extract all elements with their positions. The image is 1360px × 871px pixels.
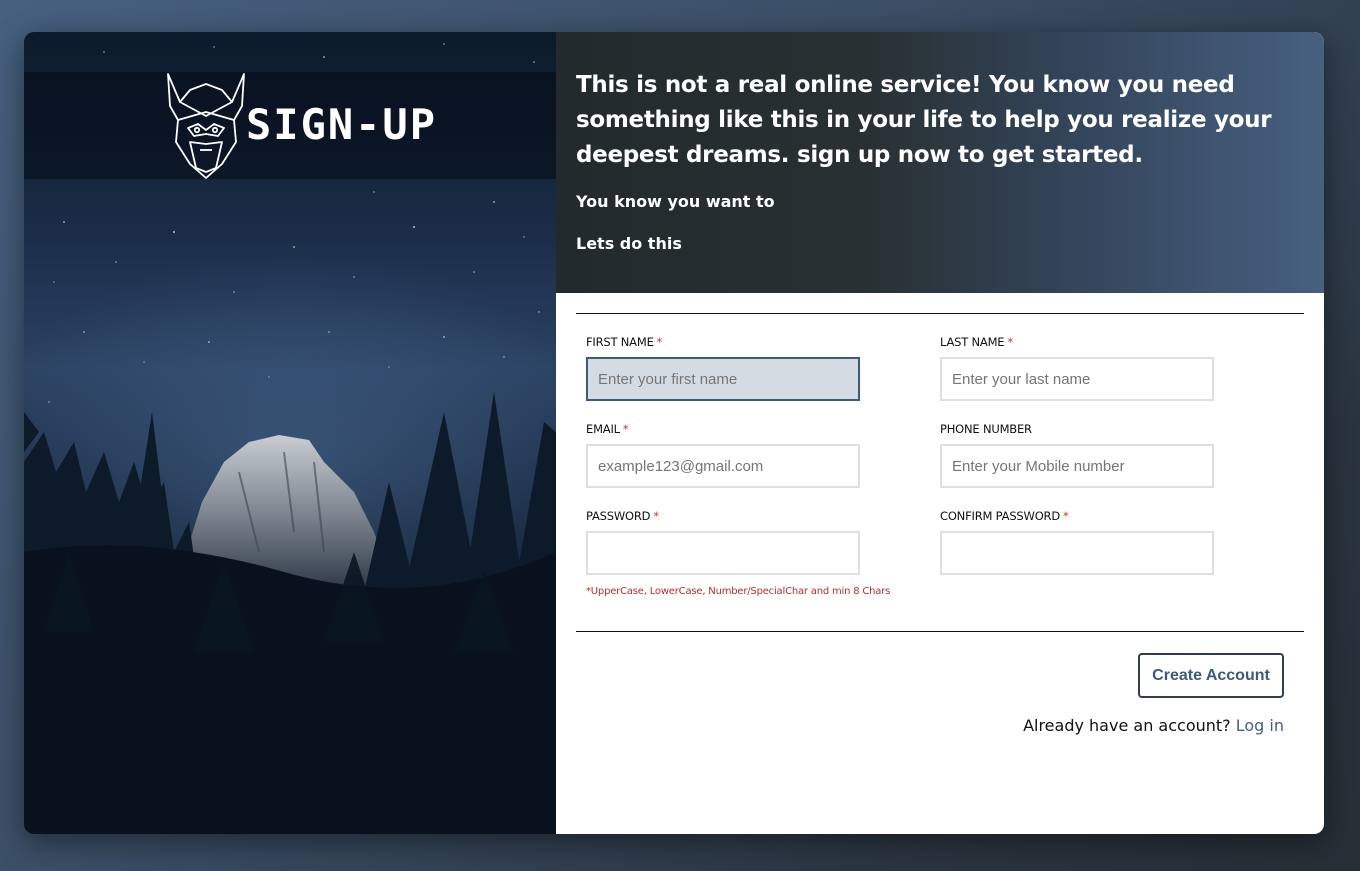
signup-panel: This is not a real online service! You k…	[556, 32, 1324, 834]
form-bottom-divider	[576, 631, 1304, 632]
first-name-group: FIRST NAME *	[586, 334, 860, 401]
last-name-group: LAST NAME *	[940, 334, 1214, 401]
email-input[interactable]	[586, 444, 860, 488]
confirm-password-label: CONFIRM PASSWORD *	[940, 509, 1069, 523]
hero-line-2: Lets do this	[576, 234, 682, 253]
brand-title: SIGN-UP	[246, 100, 438, 149]
email-label: EMAIL *	[586, 422, 629, 436]
confirm-password-group: CONFIRM PASSWORD *	[940, 508, 1214, 575]
hero-header: This is not a real online service! You k…	[556, 32, 1324, 293]
first-name-input[interactable]	[586, 357, 860, 401]
create-account-button[interactable]: Create Account	[1138, 653, 1284, 698]
login-link[interactable]: Log in	[1236, 716, 1284, 735]
email-group: EMAIL *	[586, 421, 860, 488]
hero-image-panel: SIGN-UP	[24, 32, 556, 834]
phone-group: PHONE NUMBER	[940, 421, 1214, 488]
login-prompt-text: Already have an account?	[1023, 716, 1231, 735]
login-prompt: Already have an account? Log in	[1023, 716, 1284, 735]
form-top-divider	[576, 313, 1304, 314]
password-input[interactable]	[586, 531, 860, 575]
required-mark: *	[653, 509, 659, 523]
last-name-input[interactable]	[940, 357, 1214, 401]
password-hint: *UpperCase, LowerCase, Number/SpecialCha…	[586, 586, 891, 597]
password-label: PASSWORD *	[586, 509, 659, 523]
required-mark: *	[1007, 335, 1013, 349]
last-name-label: LAST NAME *	[940, 335, 1013, 349]
phone-label: PHONE NUMBER	[940, 422, 1032, 436]
phone-input[interactable]	[940, 444, 1214, 488]
first-name-label: FIRST NAME *	[586, 335, 663, 349]
confirm-password-input[interactable]	[940, 531, 1214, 575]
hero-headline: This is not a real online service! You k…	[576, 72, 1272, 168]
required-mark: *	[622, 422, 629, 436]
required-mark: *	[1063, 509, 1069, 523]
hero-line-1: You know you want to	[576, 192, 775, 211]
signup-card: SIGN-UP This is not a real online servic…	[24, 32, 1324, 834]
password-group: PASSWORD *	[586, 508, 860, 575]
viking-helmet-icon	[167, 73, 245, 179]
required-mark: *	[656, 335, 663, 349]
